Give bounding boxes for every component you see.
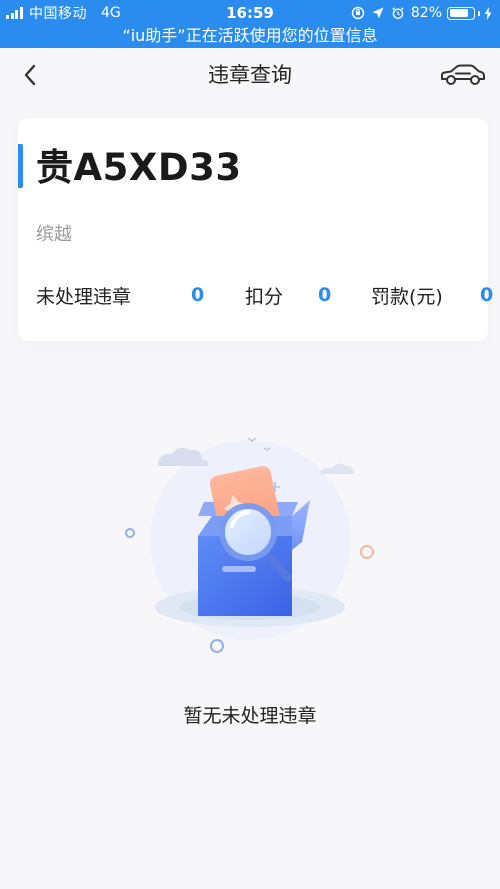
car-model: 缤越 [36,224,72,245]
plate-accent-bar [18,144,23,188]
empty-box-magnifier-illustration [125,437,374,653]
location-arrow-icon [372,7,384,19]
stat-points: 扣分 [245,281,283,309]
location-usage-banner[interactable]: “iu助手”正在活跃使用您的位置信息 [0,25,500,48]
battery-percent: 82% [410,5,442,21]
car-icon [441,64,485,85]
status-bar: 中国移动 4G 16:59 82% “iu助手”正在活跃使用您的位置信息 [0,0,500,48]
status-row: 中国移动 4G 16:59 82% [0,0,500,25]
stat-label-unprocessed: 未处理违章 [36,285,132,308]
violation-stats: 未处理违章 0 扣分 0 罚款(元) 0 [36,281,493,309]
battery-icon [447,6,475,20]
stat-value-fine: 0 [480,284,494,306]
charging-bolt-icon [484,6,492,20]
stat-label-points: 扣分 [245,285,284,308]
empty-state-message: 暂无未处理违章 [183,705,317,727]
nav-bar: 违章查询 [0,48,500,102]
stat-value-unprocessed: 0 [191,284,205,306]
my-car-button[interactable] [438,60,488,90]
stat-fine: 罚款(元) [371,281,443,309]
stat-label-fine: 罚款(元) [371,285,443,308]
page-title: 违章查询 [208,63,292,87]
orientation-lock-icon [351,6,365,20]
alarm-icon [392,7,404,20]
stat-unprocessed: 未处理违章 [36,281,131,309]
battery-nub [478,10,480,16]
vehicle-card[interactable]: 贵A5XD33 缤越 未处理违章 0 扣分 0 罚款(元) 0 [18,118,493,341]
license-plate: 贵A5XD33 [36,146,242,189]
status-right: 82% [351,4,492,22]
stat-value-points: 0 [318,284,332,306]
